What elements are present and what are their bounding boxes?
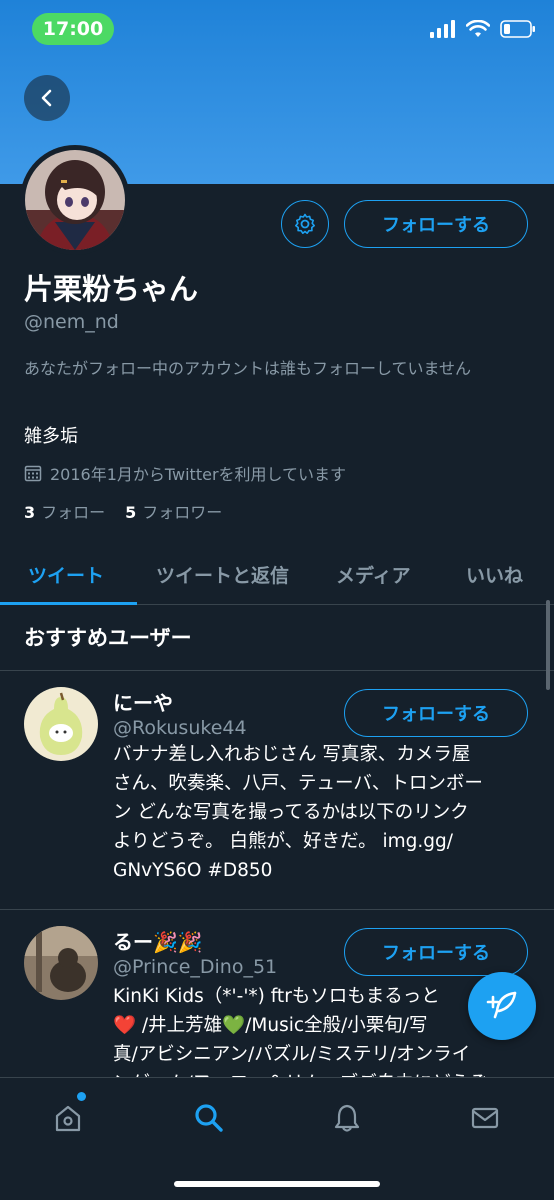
pear-character-icon [24, 687, 98, 761]
compose-tweet-button[interactable] [468, 972, 536, 1040]
profile-handle: @nem_nd [24, 311, 119, 333]
user-handle: @Prince_Dino_51 [113, 956, 278, 978]
user-name: るー🎉🎉 [113, 930, 203, 954]
follow-notice: あなたがフォロー中のアカウントは誰もフォローしていません [24, 359, 472, 378]
following-count-link[interactable]: 3 フォロー [24, 499, 105, 523]
anime-girl-avatar-icon [25, 150, 125, 250]
joined-text: 2016年1月からTwitterを利用しています [50, 465, 347, 484]
followers-count-link[interactable]: 5 フォロワー [125, 499, 222, 523]
follow-button[interactable]: フォローする [344, 200, 528, 248]
user-handle: @Rokusuke44 [113, 717, 247, 739]
user-bio-line: 真/アビシニアン/パズル/ミステリ/オンライ [113, 1044, 471, 1065]
tab-tweets-and-replies[interactable]: ツイートと返信 [156, 561, 289, 588]
user-bio: バナナ差し入れおじさん 写真家、カメラ屋 さん、吹奏楽、八戸、テューバ、トロンボ… [113, 740, 533, 885]
bell-icon [334, 1104, 360, 1132]
follow-user-button[interactable]: フォローする [344, 689, 528, 737]
back-button[interactable] [24, 75, 70, 121]
recommended-title: おすすめユーザー [24, 626, 192, 650]
user-avatar[interactable] [24, 687, 98, 761]
status-icons [430, 20, 536, 38]
signal-icon [430, 20, 455, 38]
user-bio-line: よりどうぞ。 白熊が、好きだ。 img.gg/ [113, 831, 453, 852]
status-bar: 17:00 [0, 0, 554, 60]
nav-messages[interactable] [465, 1098, 505, 1138]
profile-avatar[interactable] [20, 145, 130, 255]
user-bio-line: ンゲーム/フォロー＆リムーブご自由にどうぞ [113, 1069, 533, 1077]
profile-name: 片栗粉ちゃん [24, 272, 199, 306]
calendar-icon [24, 465, 42, 482]
following-label: フォロー [41, 503, 106, 522]
user-avatar[interactable] [24, 926, 98, 1000]
scroll-indicator[interactable] [546, 600, 550, 690]
following-count: 3 [24, 503, 36, 522]
status-time: 17:00 [32, 13, 114, 45]
gear-icon [295, 213, 315, 234]
chevron-left-icon [41, 89, 52, 107]
settings-button[interactable] [281, 200, 329, 248]
user-bio-line: ン どんな写真を撮ってるかは以下のリンク [113, 802, 469, 823]
home-indicator[interactable] [174, 1181, 380, 1187]
nav-notifications[interactable] [327, 1098, 367, 1138]
followers-label: フォロワー [142, 503, 223, 522]
tab-tweets[interactable]: ツイート [28, 561, 104, 588]
envelope-icon [471, 1107, 499, 1129]
profile-bio: 雑多垢 [24, 426, 78, 447]
user-bio-line: GNvYS6O #D850 [113, 860, 273, 881]
nav-home[interactable] [48, 1098, 88, 1138]
nav-search[interactable] [189, 1098, 229, 1138]
follow-counts: 3 フォロー 5 フォロワー [24, 499, 222, 523]
battery-icon [500, 20, 535, 38]
cat-photo-icon [24, 926, 98, 1000]
joined-date: 2016年1月からTwitterを利用しています [24, 461, 346, 485]
follow-user-button[interactable]: フォローする [344, 928, 528, 976]
active-tab-indicator [0, 602, 137, 605]
profile-tabs: ツイート ツイートと返信 メディア いいね [0, 543, 554, 605]
wifi-icon [466, 20, 490, 37]
home-icon [55, 1105, 81, 1132]
compose-feather-icon [486, 991, 517, 1019]
user-bio-line: さん、吹奏楽、八戸、テューバ、トロンボー [113, 773, 483, 794]
followers-count: 5 [125, 503, 137, 522]
tab-likes[interactable]: いいね [466, 561, 523, 588]
notification-dot [77, 1092, 86, 1101]
search-icon [195, 1104, 223, 1132]
user-card[interactable]: にーや @Rokusuke44 フォローする バナナ差し入れおじさん 写真家、カ… [0, 671, 554, 909]
user-name: にーや [113, 691, 173, 715]
user-bio-line: バナナ差し入れおじさん 写真家、カメラ屋 [113, 744, 471, 765]
tab-media[interactable]: メディア [336, 561, 411, 588]
